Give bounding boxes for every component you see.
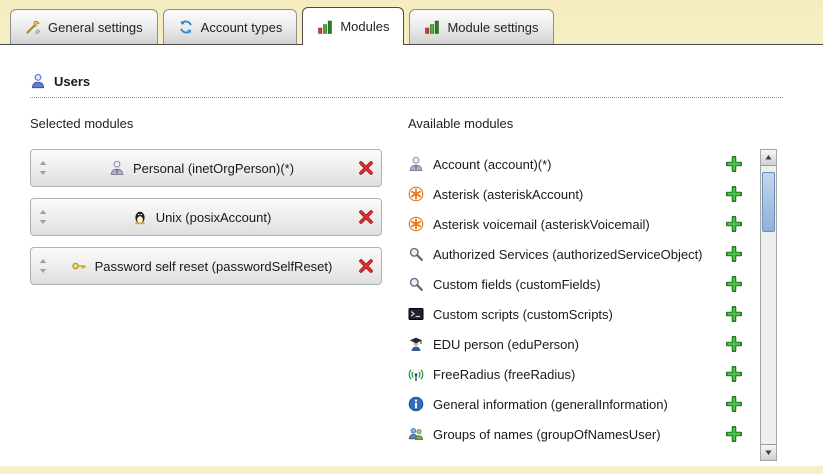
available-module-row: FreeRadius (freeRadius): [408, 359, 752, 389]
available-modules-area: Account (account)(*) Asterisk (asteriskAc…: [408, 149, 777, 461]
antenna-icon: [408, 366, 424, 382]
drag-handle-icon[interactable]: [38, 258, 48, 274]
graduate-icon: [408, 336, 424, 352]
add-module-button[interactable]: [726, 426, 742, 442]
tab-module-settings[interactable]: Module settings: [409, 9, 553, 44]
remove-module-button[interactable]: [358, 160, 374, 176]
tools-icon: [25, 19, 41, 35]
selected-modules-column: Selected modules Personal (inetOrgPerson…: [30, 116, 382, 461]
asterisk-icon: [408, 216, 424, 232]
scrollbar[interactable]: [760, 149, 777, 461]
content-panel: Users Selected modules Personal (inetOrg…: [0, 44, 823, 466]
module-label: Groups of names (groupOfNamesUser): [433, 427, 717, 442]
tab-general-settings[interactable]: General settings: [10, 9, 158, 44]
module-label: Authorized Services (authorizedServiceOb…: [433, 247, 717, 262]
add-module-button[interactable]: [726, 216, 742, 232]
chart-icon: [424, 19, 440, 35]
module-label: Asterisk voicemail (asteriskVoicemail): [433, 217, 717, 232]
selected-module-item[interactable]: Password self reset (passwordSelfReset): [30, 247, 382, 285]
group-icon: [408, 426, 424, 442]
module-label: Personal (inetOrgPerson)(*): [133, 161, 294, 176]
key-icon: [71, 258, 87, 274]
tab-label: Modules: [340, 19, 389, 34]
available-module-row: EDU person (eduPerson): [408, 329, 752, 359]
section-title: Users: [54, 74, 90, 89]
tab-label: General settings: [48, 20, 143, 35]
available-module-row: Authorized Services (authorizedServiceOb…: [408, 239, 752, 269]
tab-bar: General settings Account types Modules Modu…: [0, 0, 823, 44]
tab-modules[interactable]: Modules: [302, 7, 404, 45]
info-icon: [408, 396, 424, 412]
arrow-down-icon: [764, 448, 773, 457]
add-module-button[interactable]: [726, 276, 742, 292]
module-label: Custom scripts (customScripts): [433, 307, 717, 322]
add-module-button[interactable]: [726, 156, 742, 172]
available-modules-column: Available modules Account (account)(*) As…: [408, 116, 823, 461]
chart-icon: [317, 19, 333, 35]
tab-label: Module settings: [447, 20, 538, 35]
drag-handle-icon[interactable]: [38, 160, 48, 176]
add-module-button[interactable]: [726, 246, 742, 262]
module-label: Password self reset (passwordSelfReset): [95, 259, 333, 274]
available-module-row: Asterisk (asteriskAccount): [408, 179, 752, 209]
refresh-icon: [178, 19, 194, 35]
add-module-button[interactable]: [726, 336, 742, 352]
arrow-up-icon: [764, 153, 773, 162]
add-module-button[interactable]: [726, 396, 742, 412]
magnifier-icon: [408, 276, 424, 292]
module-label: General information (generalInformation): [433, 397, 717, 412]
available-module-row: Groups of names (groupOfNamesUser): [408, 419, 752, 449]
selected-modules-heading: Selected modules: [30, 116, 382, 131]
lam-configuration-page: { "tabs": [ {"label": "General settings"…: [0, 0, 823, 474]
module-info: Password self reset (passwordSelfReset): [48, 258, 355, 274]
module-label: Asterisk (asteriskAccount): [433, 187, 717, 202]
selected-module-item[interactable]: Unix (posixAccount): [30, 198, 382, 236]
module-label: FreeRadius (freeRadius): [433, 367, 717, 382]
module-label: EDU person (eduPerson): [433, 337, 717, 352]
scroll-thumb[interactable]: [762, 172, 775, 232]
available-module-row: Account (account)(*): [408, 149, 752, 179]
selected-modules-list: Personal (inetOrgPerson)(*) Unix (posixAc…: [30, 149, 382, 285]
remove-module-button[interactable]: [358, 258, 374, 274]
available-module-row: Custom scripts (customScripts): [408, 299, 752, 329]
magnifier-icon: [408, 246, 424, 262]
available-module-row: General information (generalInformation): [408, 389, 752, 419]
module-label: Custom fields (customFields): [433, 277, 717, 292]
person-icon: [109, 160, 125, 176]
scroll-down-button[interactable]: [761, 444, 776, 460]
penguin-icon: [132, 209, 148, 225]
person-icon: [408, 156, 424, 172]
module-label: Unix (posixAccount): [156, 210, 272, 225]
module-label: Account (account)(*): [433, 157, 717, 172]
available-modules-heading: Available modules: [408, 116, 777, 131]
modules-columns: Selected modules Personal (inetOrgPerson…: [30, 116, 823, 461]
section-header: Users: [30, 73, 783, 98]
add-module-button[interactable]: [726, 186, 742, 202]
drag-handle-icon[interactable]: [38, 209, 48, 225]
remove-module-button[interactable]: [358, 209, 374, 225]
scroll-up-button[interactable]: [761, 150, 776, 166]
module-info: Personal (inetOrgPerson)(*): [48, 160, 355, 176]
tab-account-types[interactable]: Account types: [163, 9, 298, 44]
tab-list: General settings Account types Modules Modu…: [10, 7, 554, 44]
selected-module-item[interactable]: Personal (inetOrgPerson)(*): [30, 149, 382, 187]
add-module-button[interactable]: [726, 366, 742, 382]
add-module-button[interactable]: [726, 306, 742, 322]
users-icon: [30, 73, 46, 89]
terminal-icon: [408, 306, 424, 322]
available-module-row: Custom fields (customFields): [408, 269, 752, 299]
available-modules-list: Account (account)(*) Asterisk (asteriskAc…: [408, 149, 752, 449]
tab-label: Account types: [201, 20, 283, 35]
scroll-track[interactable]: [761, 166, 776, 444]
module-info: Unix (posixAccount): [48, 209, 355, 225]
available-module-row: Asterisk voicemail (asteriskVoicemail): [408, 209, 752, 239]
asterisk-icon: [408, 186, 424, 202]
